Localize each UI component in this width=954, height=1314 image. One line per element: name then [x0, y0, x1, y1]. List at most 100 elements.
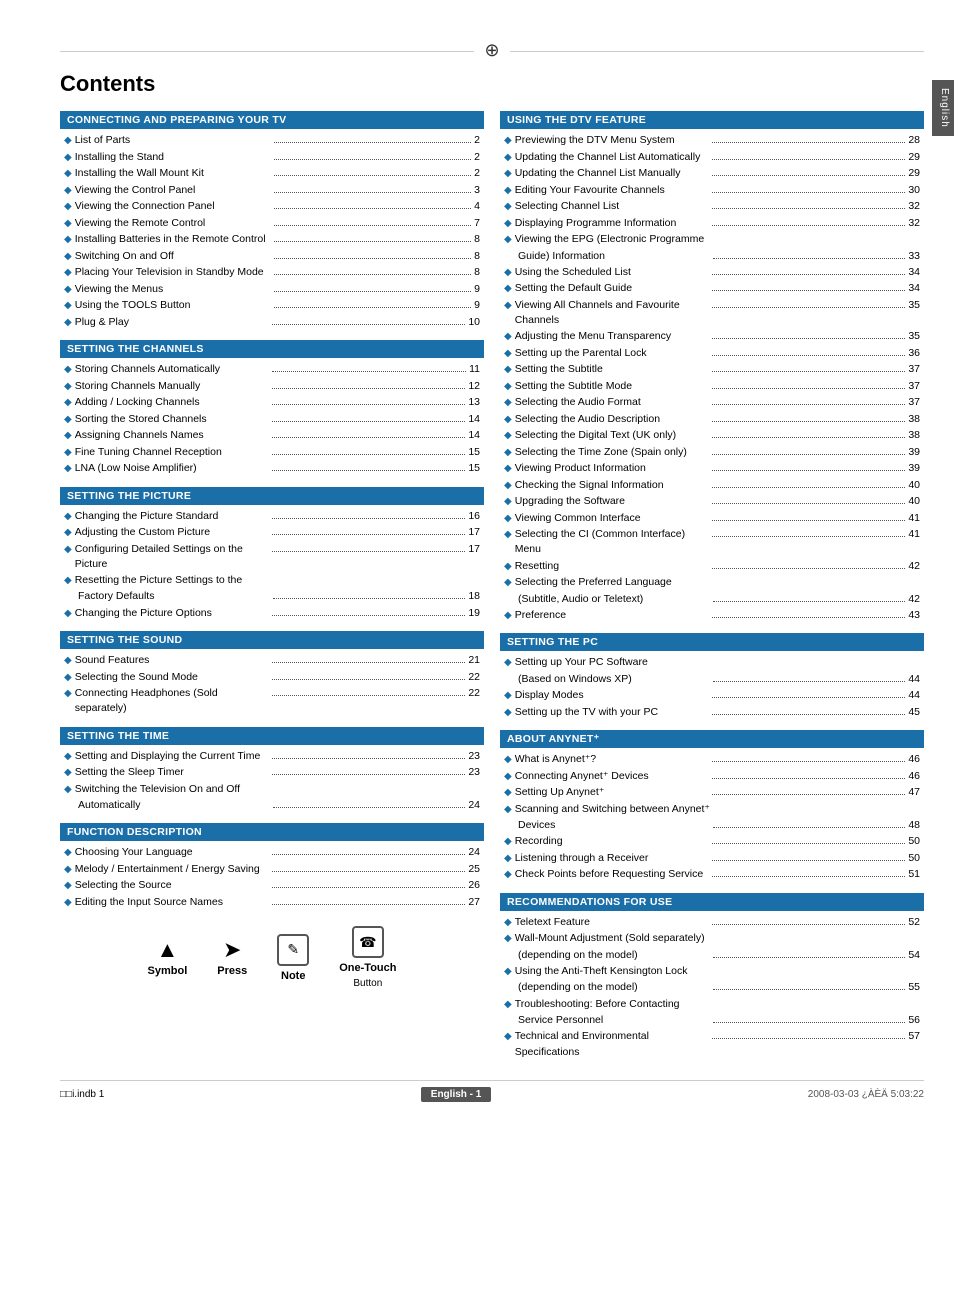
- toc-item: ◆Setting Up Anynet⁺47: [504, 785, 920, 801]
- toc-item: ◆Melody / Entertainment / Energy Saving2…: [64, 862, 480, 878]
- right-column: USING THE DTV FEATURE ◆Previewing the DT…: [500, 111, 924, 1070]
- toc-item: ◆Display Modes44: [504, 688, 920, 704]
- toc-columns: CONNECTING AND PREPARING YOUR TV ◆List o…: [60, 111, 924, 1070]
- section-items-sound: ◆Sound Features21 ◆Selecting the Sound M…: [60, 653, 484, 716]
- section-header-recommendations: RECOMMENDATIONS FOR USE: [500, 893, 924, 911]
- toc-item: ◆Wall-Mount Adjustment (Sold separately): [504, 931, 920, 947]
- footer-file: □□i.indb 1: [60, 1089, 104, 1100]
- diamond-icon: ◆: [504, 380, 512, 395]
- diamond-icon: ◆: [504, 706, 512, 721]
- diamond-icon: ◆: [504, 656, 512, 671]
- toc-item: ◆Editing Your Favourite Channels30: [504, 183, 920, 199]
- toc-item: ◆Selecting the Time Zone (Spain only)39: [504, 445, 920, 461]
- toc-item: ◆Sorting the Stored Channels14: [64, 412, 480, 428]
- section-items-picture: ◆Changing the Picture Standard16 ◆Adjust…: [60, 509, 484, 622]
- diamond-icon: ◆: [64, 671, 72, 686]
- diamond-icon: ◆: [64, 200, 72, 215]
- diamond-icon: ◆: [64, 396, 72, 411]
- diamond-icon: ◆: [64, 151, 72, 166]
- toc-item: ◆Selecting the Audio Description38: [504, 412, 920, 428]
- toc-item: ◆Preference43: [504, 608, 920, 624]
- diamond-icon: ◆: [504, 868, 512, 883]
- diamond-icon: ◆: [64, 380, 72, 395]
- diamond-icon: ◆: [64, 896, 72, 911]
- toc-item: ◆Sound Features21: [64, 653, 480, 669]
- side-tab: English: [932, 80, 954, 136]
- diamond-icon: ◆: [504, 689, 512, 704]
- diamond-icon: ◆: [64, 526, 72, 541]
- diamond-icon: ◆: [504, 217, 512, 232]
- symbol-label: Symbol: [148, 965, 188, 977]
- diamond-icon: ◆: [64, 510, 72, 525]
- diamond-icon: ◆: [504, 200, 512, 215]
- diamond-icon: ◆: [504, 495, 512, 510]
- toc-item: ◆Previewing the DTV Menu System28: [504, 133, 920, 149]
- diamond-icon: ◆: [504, 184, 512, 199]
- diamond-icon: ◆: [64, 879, 72, 894]
- toc-item: ◆Connecting Headphones (Sold separately)…: [64, 686, 480, 716]
- diamond-icon: ◆: [64, 299, 72, 314]
- toc-item: Guide) Information33: [518, 249, 920, 264]
- diamond-icon: ◆: [64, 217, 72, 232]
- section-header-channels: SETTING THE CHANNELS: [60, 340, 484, 358]
- section-items-channels: ◆Storing Channels Automatically11 ◆Stori…: [60, 362, 484, 477]
- toc-item: ◆Viewing the Remote Control7: [64, 216, 480, 232]
- toc-item: ◆Updating the Channel List Automatically…: [504, 150, 920, 166]
- diamond-icon: ◆: [504, 965, 512, 980]
- diamond-icon: ◆: [64, 233, 72, 248]
- section-header-connecting: CONNECTING AND PREPARING YOUR TV: [60, 111, 484, 129]
- diamond-icon: ◆: [64, 607, 72, 622]
- diamond-icon: ◆: [64, 783, 72, 798]
- symbol-item-one-touch: ☎ One-Touch Button: [339, 926, 396, 989]
- section-header-picture: SETTING THE PICTURE: [60, 487, 484, 505]
- diamond-icon: ◆: [504, 852, 512, 867]
- section-items-recommendations: ◆Teletext Feature52 ◆Wall-Mount Adjustme…: [500, 915, 924, 1060]
- section-connecting: CONNECTING AND PREPARING YOUR TV ◆List o…: [60, 111, 484, 330]
- diamond-icon: ◆: [64, 266, 72, 281]
- crosshair-decoration: ⊕: [60, 40, 924, 61]
- diamond-icon: ◆: [504, 396, 512, 411]
- toc-item: ◆Choosing Your Language24: [64, 845, 480, 861]
- toc-item: ◆Viewing Common Interface41: [504, 511, 920, 527]
- diamond-icon: ◆: [64, 134, 72, 149]
- toc-item: ◆Installing the Wall Mount Kit2: [64, 166, 480, 182]
- symbol-item-note: ✎ Note: [277, 934, 309, 982]
- toc-item: ◆Displaying Programme Information32: [504, 216, 920, 232]
- diamond-icon: ◆: [64, 316, 72, 331]
- toc-item: ◆Adding / Locking Channels13: [64, 395, 480, 411]
- diamond-icon: ◆: [504, 479, 512, 494]
- diamond-icon: ◆: [64, 543, 72, 558]
- toc-item: ◆Resetting42: [504, 559, 920, 575]
- page-title: Contents: [60, 71, 924, 97]
- toc-item: ◆Setting the Subtitle Mode37: [504, 379, 920, 395]
- diamond-icon: ◆: [64, 654, 72, 669]
- toc-item: ◆Changing the Picture Options19: [64, 606, 480, 622]
- page: English ⊕ Contents CONNECTING AND PREPAR…: [0, 0, 954, 1314]
- symbol-triangle-icon: ▲: [156, 939, 178, 961]
- toc-item: ◆Setting the Sleep Timer23: [64, 765, 480, 781]
- diamond-icon: ◆: [504, 803, 512, 818]
- section-pc: SETTING THE PC ◆Setting up Your PC Softw…: [500, 633, 924, 720]
- section-recommendations: RECOMMENDATIONS FOR USE ◆Teletext Featur…: [500, 893, 924, 1060]
- one-touch-icon: ☎: [352, 926, 384, 958]
- section-sound: SETTING THE SOUND ◆Sound Features21 ◆Sel…: [60, 631, 484, 716]
- diamond-icon: ◆: [504, 347, 512, 362]
- footer-date: 2008-03-03 ¿ÀÈÄ 5:03:22: [808, 1089, 924, 1100]
- diamond-icon: ◆: [504, 753, 512, 768]
- toc-item: ◆Storing Channels Automatically11: [64, 362, 480, 378]
- toc-item: ◆Viewing All Channels and Favourite Chan…: [504, 298, 920, 328]
- toc-item: ◆Adjusting the Menu Transparency35: [504, 329, 920, 345]
- one-touch-label: One-Touch: [339, 962, 396, 974]
- diamond-icon: ◆: [504, 998, 512, 1013]
- diamond-icon: ◆: [504, 282, 512, 297]
- diamond-icon: ◆: [504, 299, 512, 314]
- toc-item: ◆Setting up Your PC Software: [504, 655, 920, 671]
- section-header-function: FUNCTION DESCRIPTION: [60, 823, 484, 841]
- toc-item: ◆Placing Your Television in Standby Mode…: [64, 265, 480, 281]
- toc-item: ◆Assigning Channels Names14: [64, 428, 480, 444]
- toc-item: ◆Troubleshooting: Before Contacting: [504, 997, 920, 1013]
- toc-item: ◆Teletext Feature52: [504, 915, 920, 931]
- section-function: FUNCTION DESCRIPTION ◆Choosing Your Lang…: [60, 823, 484, 910]
- toc-item: ◆Storing Channels Manually12: [64, 379, 480, 395]
- left-column: CONNECTING AND PREPARING YOUR TV ◆List o…: [60, 111, 484, 1070]
